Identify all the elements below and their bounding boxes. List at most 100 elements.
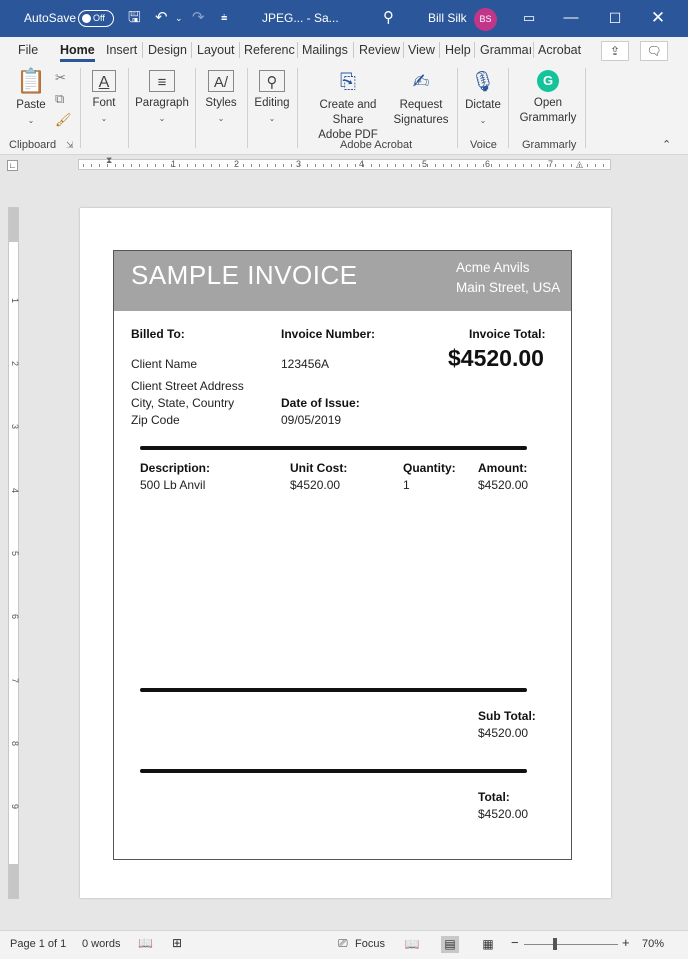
- avatar[interactable]: BS: [474, 8, 497, 31]
- minimize-icon[interactable]: —: [558, 5, 584, 31]
- divider: [140, 446, 527, 450]
- request-sig-label-2: Signatures: [393, 114, 449, 126]
- ribbon-tabs: File Home Insert Design Layout Referenc …: [0, 37, 688, 64]
- invoice-header: SAMPLE INVOICE Acme Anvils Main Street, …: [114, 251, 571, 311]
- tab-design[interactable]: Design: [148, 43, 187, 57]
- ruler-tick: [499, 164, 500, 167]
- undo-dropdown-icon[interactable]: ⌄: [175, 9, 183, 27]
- tab-view[interactable]: View: [408, 43, 435, 57]
- editing-label: Editing: [254, 97, 290, 109]
- horizontal-ruler[interactable]: 1 2 3 4 5 6 7 ⧗ △: [78, 155, 611, 170]
- tab-grammarly[interactable]: Grammaı: [480, 43, 532, 57]
- dictate-button[interactable]: 🎙 Dictate ⌄: [463, 70, 503, 128]
- ruler-tick: [523, 164, 524, 167]
- zoom-slider-thumb[interactable]: [553, 938, 557, 950]
- ribbon-display-options-icon[interactable]: ▭: [516, 5, 542, 31]
- ruler-tick: [403, 164, 404, 167]
- paragraph-button[interactable]: ≡ Paragraph ⌄: [134, 70, 190, 126]
- print-layout-icon[interactable]: ▤: [441, 936, 459, 953]
- document-page[interactable]: SAMPLE INVOICE Acme Anvils Main Street, …: [80, 208, 611, 898]
- redo-icon[interactable]: ↷: [192, 9, 205, 27]
- request-signatures-button[interactable]: ✍ Request Signatures: [393, 70, 449, 128]
- cut-icon[interactable]: ✂: [55, 70, 66, 86]
- focus-icon[interactable]: ⎚: [338, 936, 348, 951]
- copy-icon[interactable]: ⧉: [55, 91, 64, 107]
- subtotal-label: Sub Total:: [478, 709, 536, 723]
- save-icon[interactable]: 🖫: [128, 9, 141, 27]
- invoice: SAMPLE INVOICE Acme Anvils Main Street, …: [113, 250, 572, 860]
- item-unit-cost: $4520.00: [290, 478, 341, 492]
- ruler-number: 6: [10, 614, 20, 620]
- font-button[interactable]: A Font ⌄: [88, 70, 120, 126]
- read-mode-icon[interactable]: 📖: [403, 936, 421, 953]
- customize-toolbar-icon[interactable]: ⩧: [221, 9, 227, 27]
- quantity-header: Quantity:: [403, 461, 456, 475]
- tab-review[interactable]: Review: [359, 43, 400, 57]
- ruler-tick: [139, 164, 140, 167]
- ruler-tick: [179, 164, 180, 167]
- zoom-out-icon[interactable]: −: [511, 935, 519, 950]
- format-painter-icon[interactable]: 🖌: [55, 112, 72, 128]
- ruler-number: 6: [485, 159, 491, 169]
- paste-button[interactable]: 📋 Paste ⌄: [14, 70, 48, 128]
- tab-help[interactable]: Help: [445, 43, 471, 57]
- ruler-tick: [283, 164, 284, 167]
- styles-button[interactable]: A/ Styles ⌄: [201, 70, 241, 126]
- ruler-tick: [259, 164, 260, 167]
- zoom-slider[interactable]: [524, 944, 618, 945]
- title-bar: AutoSave Off 🖫 ↶ ⌄ ↷ ⩧ JPEG... - Sa... ⚲…: [0, 0, 688, 37]
- autosave-toggle[interactable]: Off: [78, 10, 114, 27]
- tab-selector-icon[interactable]: ∟: [7, 160, 18, 171]
- tab-mailings[interactable]: Mailings: [302, 43, 348, 57]
- ruler-tick: [579, 164, 580, 167]
- ruler-tick: [299, 164, 300, 167]
- ruler-tick: [291, 164, 292, 167]
- tab-home[interactable]: Home: [60, 43, 95, 62]
- tab-file[interactable]: File: [18, 43, 38, 57]
- collapse-ribbon-icon[interactable]: ⌃: [662, 138, 671, 151]
- tab-layout[interactable]: Layout: [197, 43, 235, 57]
- tab-insert[interactable]: Insert: [106, 43, 137, 57]
- dialog-launcher-icon[interactable]: ⇲: [66, 140, 74, 151]
- ruler-tick: [411, 164, 412, 167]
- paragraph-label: Paragraph: [135, 97, 189, 109]
- vertical-ruler[interactable]: 1 2 3 4 5 6 7 8 9: [8, 207, 20, 899]
- share-icon[interactable]: ⇪: [601, 41, 629, 61]
- zoom-level[interactable]: 70%: [642, 938, 664, 950]
- company-name: Acme Anvils: [456, 260, 530, 275]
- accessibility-icon[interactable]: ⊞: [172, 936, 182, 950]
- ruler-number: 8: [10, 741, 20, 747]
- paragraph-icon: ≡: [149, 70, 175, 92]
- ruler-tick: [323, 164, 324, 167]
- focus-button[interactable]: Focus: [355, 938, 385, 950]
- ruler-tick: [83, 164, 84, 167]
- invoice-title: SAMPLE INVOICE: [131, 260, 358, 290]
- user-name[interactable]: Bill Silk: [428, 11, 467, 25]
- ruler-tick: [459, 164, 460, 167]
- create-share-label-1: Create and Share: [319, 99, 377, 126]
- search-icon[interactable]: ⚲: [383, 9, 394, 27]
- word-count[interactable]: 0 words: [82, 938, 121, 950]
- total-value: $4520.00: [478, 807, 529, 821]
- ruler-tick: [339, 164, 340, 167]
- group-voice-label: Voice: [470, 139, 497, 151]
- page-count[interactable]: Page 1 of 1: [10, 938, 66, 950]
- open-grammarly-button[interactable]: G Open Grammarly: [515, 70, 581, 126]
- tab-references[interactable]: Referenc: [244, 43, 295, 57]
- close-icon[interactable]: ✕: [645, 5, 671, 31]
- tab-acrobat[interactable]: Acrobat: [538, 43, 581, 57]
- ruler-tick: [419, 164, 420, 167]
- web-layout-icon[interactable]: ▦: [479, 936, 497, 953]
- undo-icon[interactable]: ↶: [155, 9, 168, 27]
- zoom-in-icon[interactable]: +: [622, 935, 630, 950]
- maximize-icon[interactable]: ☐: [602, 5, 628, 31]
- amount-header: Amount:: [478, 461, 528, 475]
- ruler-tick: [563, 164, 564, 167]
- proofing-icon[interactable]: 📖: [138, 936, 153, 950]
- editing-button[interactable]: ⚲ Editing ⌄: [252, 70, 292, 126]
- comments-icon[interactable]: 🗨: [640, 41, 668, 61]
- open-grammarly-label-1: Open: [533, 97, 563, 109]
- create-share-pdf-button[interactable]: ⎘ Create and Share Adobe PDF: [303, 70, 393, 143]
- status-bar: Page 1 of 1 0 words 📖 ⊞ ⎚ Focus 📖 ▤ ▦ − …: [0, 930, 688, 959]
- chevron-down-icon: ⌄: [268, 114, 276, 123]
